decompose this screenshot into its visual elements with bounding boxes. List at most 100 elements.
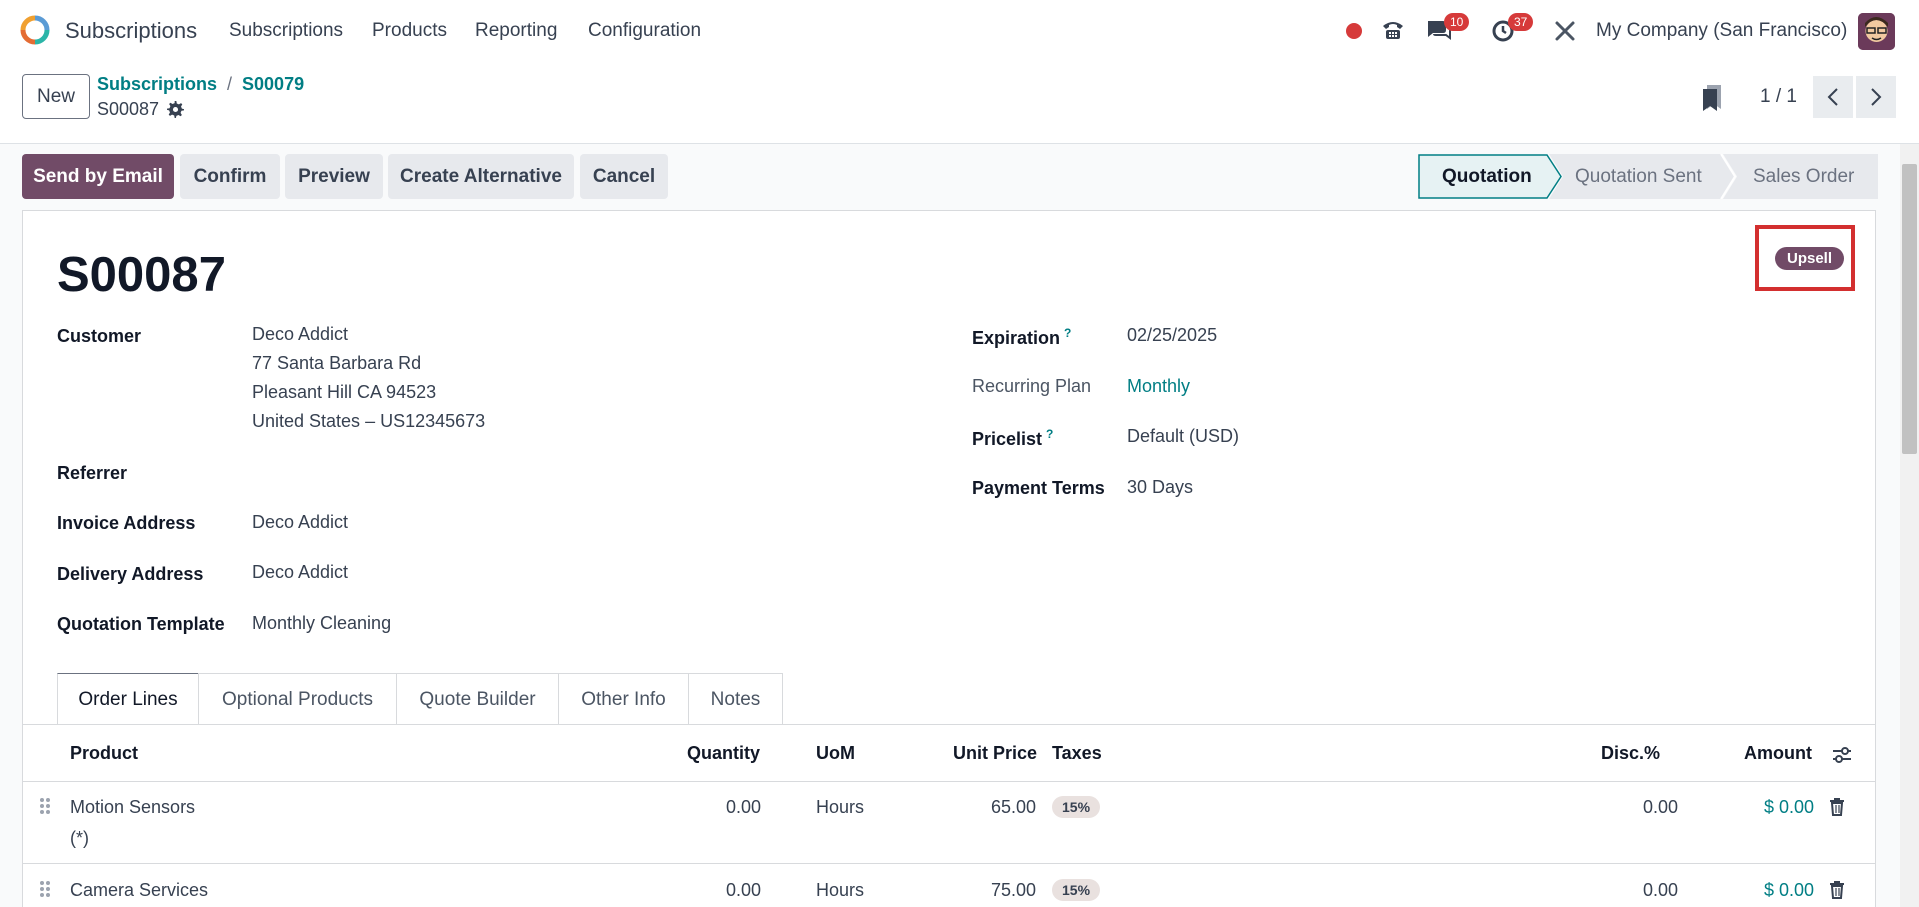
avatar[interactable] xyxy=(1858,13,1895,50)
breadcrumb: Subscriptions / S00079 xyxy=(97,74,304,95)
chevron-right-icon xyxy=(1871,88,1882,106)
odoo-logo-icon[interactable] xyxy=(20,15,50,45)
record-name: S00087 xyxy=(97,99,160,119)
gear-icon[interactable] xyxy=(167,101,185,118)
phone-icon[interactable] xyxy=(1381,19,1405,46)
cancel-button[interactable]: Cancel xyxy=(580,154,668,199)
stage-sales-order[interactable]: Sales Order xyxy=(1753,154,1854,199)
form-sheet: S00087 Upsell Customer Deco Addict 77 Sa… xyxy=(22,210,1876,907)
app-name[interactable]: Subscriptions xyxy=(65,18,197,44)
drag-handle-icon[interactable] xyxy=(39,797,51,815)
recurring-plan-label: Recurring Plan xyxy=(972,376,1092,396)
record-title: S00087 xyxy=(57,248,226,302)
customer-street: 77 Santa Barbara Rd xyxy=(252,353,422,373)
row-amount: $ 0.00 xyxy=(1764,797,1815,817)
company-switcher[interactable]: My Company (San Francisco) xyxy=(1596,20,1847,42)
new-button[interactable]: New xyxy=(22,74,90,119)
payment-terms-label: Payment Terms xyxy=(972,478,1105,498)
pricelist-label: Pricelist? xyxy=(972,427,1053,450)
row-quantity: 0.00 xyxy=(726,880,762,900)
customer-city: Pleasant Hill CA 94523 xyxy=(252,382,437,402)
expiration-field[interactable]: 02/25/2025 xyxy=(1127,321,1217,350)
row-divider xyxy=(23,863,1875,864)
column-unit-price[interactable]: Unit Price xyxy=(953,743,1037,764)
invoice-address-field[interactable]: Deco Addict xyxy=(252,508,348,537)
chat-badge: 10 xyxy=(1444,13,1470,31)
tab-divider xyxy=(23,724,1875,725)
expiration-label: Expiration? xyxy=(972,326,1071,349)
expiration-label-text: Expiration xyxy=(972,328,1061,348)
trash-icon[interactable] xyxy=(1829,881,1845,899)
control-panel: New Subscriptions / S00079 S00087 1 / 1 xyxy=(0,62,1919,144)
invoice-address-label: Invoice Address xyxy=(57,513,196,533)
row-unit-price: 65.00 xyxy=(991,797,1037,817)
recording-dot-icon[interactable] xyxy=(1345,22,1363,45)
breadcrumb-s00079[interactable]: S00079 xyxy=(242,74,304,94)
pager-next-button[interactable] xyxy=(1856,76,1896,118)
tax-badge: 15% xyxy=(1052,879,1101,901)
menu-configuration[interactable]: Configuration xyxy=(588,20,701,42)
row-disc: 0.00 xyxy=(1643,797,1679,817)
customer-field[interactable]: Deco Addict 77 Santa Barbara Rd Pleasant… xyxy=(252,320,485,436)
column-uom[interactable]: UoM xyxy=(816,743,855,764)
create-alternative-button[interactable]: Create Alternative xyxy=(388,154,574,199)
drag-handle-icon[interactable] xyxy=(39,880,51,898)
stage-quotation-sent[interactable]: Quotation Sent xyxy=(1575,154,1702,199)
tab-optional-products[interactable]: Optional Products xyxy=(198,673,397,725)
payment-terms-field[interactable]: 30 Days xyxy=(1127,473,1193,502)
activity-badge: 37 xyxy=(1508,13,1534,31)
delivery-address-label: Delivery Address xyxy=(57,564,204,584)
pager-previous-button[interactable] xyxy=(1813,76,1853,118)
scrollbar[interactable] xyxy=(1900,144,1919,907)
tab-notes[interactable]: Notes xyxy=(688,673,783,725)
column-product[interactable]: Product xyxy=(70,743,138,764)
chevron-left-icon xyxy=(1827,88,1838,106)
column-amount[interactable]: Amount xyxy=(1744,743,1812,764)
stage-quotation[interactable]: Quotation xyxy=(1442,154,1532,199)
referrer-label: Referrer xyxy=(57,463,128,483)
tab-order-lines[interactable]: Order Lines xyxy=(57,673,199,725)
preview-button[interactable]: Preview xyxy=(285,154,383,199)
bookmark-icon[interactable] xyxy=(1700,84,1724,112)
upsell-badge: Upsell xyxy=(1775,247,1845,270)
tab-other-info[interactable]: Other Info xyxy=(558,673,689,725)
highlight-box: Upsell xyxy=(1755,225,1855,291)
quotation-template-field[interactable]: Monthly Cleaning xyxy=(252,609,391,638)
trash-icon[interactable] xyxy=(1829,798,1845,816)
customer-label: Customer xyxy=(57,326,142,346)
row-product: Motion Sensors xyxy=(70,797,196,817)
menu-reporting[interactable]: Reporting xyxy=(475,20,557,42)
row-quantity: 0.00 xyxy=(726,797,762,817)
breadcrumb-subscriptions[interactable]: Subscriptions xyxy=(97,74,217,94)
record-name-row: S00087 xyxy=(97,99,185,120)
tools-icon[interactable] xyxy=(1554,20,1576,47)
row-uom: Hours xyxy=(816,880,865,900)
scrollbar-thumb[interactable] xyxy=(1902,164,1917,454)
tab-quote-builder[interactable]: Quote Builder xyxy=(396,673,559,725)
menu-products[interactable]: Products xyxy=(372,20,447,42)
pager-value[interactable]: 1 / 1 xyxy=(1760,86,1797,108)
row-product: Camera Services xyxy=(70,880,209,900)
row-uom: Hours xyxy=(816,797,865,817)
notebook-tabs: Order Lines Optional Products Quote Buil… xyxy=(57,673,783,725)
column-settings-icon[interactable] xyxy=(1831,745,1853,765)
pricelist-field[interactable]: Default (USD) xyxy=(1127,422,1239,451)
breadcrumb-separator: / xyxy=(227,74,233,94)
column-taxes[interactable]: Taxes xyxy=(1052,743,1102,764)
row-unit-price: 75.00 xyxy=(991,880,1037,900)
row-note: (*) xyxy=(70,828,89,848)
delivery-address-field[interactable]: Deco Addict xyxy=(252,558,348,587)
row-amount: $ 0.00 xyxy=(1764,880,1815,900)
quotation-template-label: Quotation Template xyxy=(57,614,225,634)
help-icon[interactable]: ? xyxy=(1064,326,1071,340)
recurring-plan-field[interactable]: Monthly xyxy=(1127,372,1190,401)
send-by-email-button[interactable]: Send by Email xyxy=(22,154,174,199)
customer-country: United States – US12345673 xyxy=(252,411,486,431)
help-icon[interactable]: ? xyxy=(1046,427,1053,441)
menu-subscriptions[interactable]: Subscriptions xyxy=(229,20,343,42)
pricelist-label-text: Pricelist xyxy=(972,429,1043,449)
column-disc[interactable]: Disc.% xyxy=(1601,743,1660,764)
top-navbar: Subscriptions Subscriptions Products Rep… xyxy=(0,0,1919,62)
confirm-button[interactable]: Confirm xyxy=(180,154,280,199)
column-quantity[interactable]: Quantity xyxy=(687,743,760,764)
